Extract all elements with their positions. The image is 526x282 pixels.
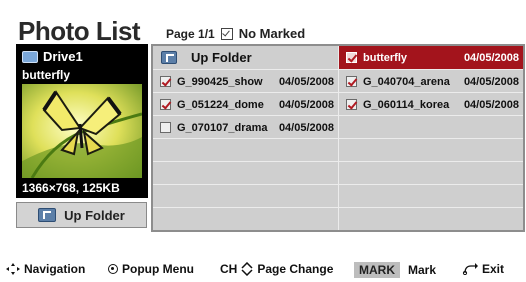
ch-key-label: CH	[220, 262, 238, 276]
resolution-info: 1366×768, 125KB	[22, 181, 120, 195]
mark-hint: MARK Mark	[354, 262, 436, 278]
preview-pane: Drive1 butterfly 1366×768, 125KB	[16, 44, 148, 198]
bottom-navigation-bar: Navigation Popup Menu CH Page Change MAR…	[0, 262, 526, 280]
file-date: 04/05/2008	[278, 75, 334, 88]
marked-count: No Marked	[238, 26, 306, 41]
file-date: 04/05/2008	[278, 98, 334, 111]
up-folder-icon	[161, 51, 177, 64]
file-name: G_051224_dome	[177, 98, 264, 111]
preview-file-name: butterfly	[22, 68, 70, 82]
file-item[interactable]: G_051224_dome 04/05/2008	[153, 93, 338, 116]
file-name: butterfly	[363, 51, 407, 64]
file-item[interactable]: G_040704_arena 04/05/2008	[339, 70, 523, 93]
drive-icon	[22, 50, 38, 63]
mark-checkbox[interactable]	[160, 122, 171, 133]
file-item[interactable]: butterfly 04/05/2008	[339, 46, 523, 69]
photo-thumbnail	[22, 84, 142, 178]
grid-up-folder-label: Up Folder	[191, 50, 252, 65]
up-folder-button-label: Up Folder	[64, 207, 125, 223]
mark-checkbox[interactable]	[346, 52, 357, 63]
exit-hint: Exit	[462, 262, 504, 276]
page-info: Page 1/1 No Marked	[166, 26, 305, 41]
file-date: 04/05/2008	[463, 75, 519, 88]
navigation-label: Navigation	[24, 262, 86, 276]
mark-key-badge: MARK	[354, 262, 400, 278]
file-name: G_040704_arena	[363, 75, 450, 88]
up-folder-icon	[38, 208, 57, 222]
page-change-hint: CH Page Change	[220, 262, 333, 276]
grid-divider	[153, 184, 523, 185]
file-item[interactable]: G_990425_show 04/05/2008	[153, 70, 338, 93]
grid-divider	[153, 207, 523, 208]
grid-up-folder[interactable]: Up Folder	[153, 46, 338, 69]
popup-menu-label: Popup Menu	[122, 262, 194, 276]
mark-checkbox[interactable]	[346, 76, 357, 87]
file-date: 04/05/2008	[463, 51, 519, 64]
chevron-up-down-icon	[241, 262, 253, 276]
mark-label: Mark	[408, 263, 437, 277]
page-change-label: Page Change	[257, 262, 334, 276]
file-item[interactable]: G_060114_korea 04/05/2008	[339, 93, 523, 116]
navigation-hint: Navigation	[6, 262, 85, 276]
mark-checkbox[interactable]	[160, 99, 171, 110]
drive-row: Drive1	[22, 49, 83, 64]
file-name: G_990425_show	[177, 75, 263, 88]
exit-label: Exit	[482, 262, 505, 276]
photo-grid: Up Folder butterfly 04/05/2008 G_990425_…	[151, 44, 525, 232]
file-date: 04/05/2008	[278, 121, 334, 134]
file-name: G_060114_korea	[363, 98, 450, 111]
grid-divider	[153, 161, 523, 162]
exit-return-icon	[462, 263, 478, 275]
up-folder-button[interactable]: Up Folder	[16, 202, 147, 228]
popup-menu-hint: Popup Menu	[108, 262, 194, 276]
navigation-arrows-icon	[6, 263, 20, 275]
mark-checkbox[interactable]	[160, 76, 171, 87]
ok-button-icon	[108, 264, 118, 274]
file-date: 04/05/2008	[463, 98, 519, 111]
drive-label: Drive1	[43, 49, 83, 64]
file-name: G_070107_drama	[177, 121, 268, 134]
mark-checkbox[interactable]	[346, 99, 357, 110]
checkbox-icon	[220, 27, 233, 40]
page-title: Photo List	[18, 16, 141, 46]
file-item[interactable]: G_070107_drama 04/05/2008	[153, 116, 338, 139]
page-indicator: Page 1/1	[166, 26, 215, 41]
